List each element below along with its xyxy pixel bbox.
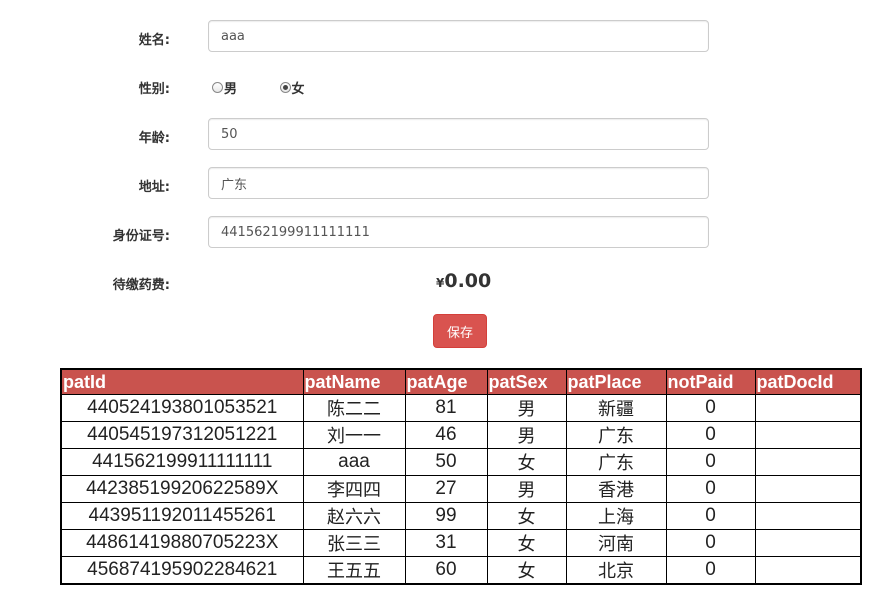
idcard-input[interactable] — [208, 216, 709, 248]
save-button[interactable]: 保存 — [433, 314, 487, 348]
cell-patdocid — [754, 529, 862, 557]
cell-patage: 81 — [404, 394, 488, 422]
cell-patplace: 上海 — [565, 502, 667, 530]
cell-patsex: 男 — [486, 394, 567, 422]
table-row: 44861419880705223X 张三三 31 女 河南 0 — [60, 529, 862, 557]
cell-patname: aaa — [302, 448, 406, 476]
column-header-patplace: patPlace — [565, 368, 667, 395]
cell-patsex: 女 — [486, 502, 567, 530]
cell-patdocid — [754, 475, 862, 503]
table-row: 456874195902284621 王五五 60 女 北京 0 — [60, 556, 862, 585]
column-header-patid: patId — [60, 368, 304, 395]
table-row: 443951192011455261 赵六六 99 女 上海 0 — [60, 502, 862, 530]
cell-patage: 46 — [404, 421, 488, 449]
column-header-patname: patName — [302, 368, 406, 395]
radio-male[interactable] — [212, 82, 223, 93]
sex-option-male-label: 男 — [224, 82, 238, 97]
sex-row: 性别: 男 女 — [0, 76, 870, 97]
address-input[interactable] — [208, 167, 709, 199]
cell-patsex: 女 — [486, 448, 567, 476]
patient-table: patId patName patAge patSex patPlace not… — [60, 368, 862, 585]
name-row: 姓名: — [0, 20, 870, 54]
cell-patname: 刘一一 — [302, 421, 406, 449]
cell-patname: 赵六六 — [302, 502, 406, 530]
age-row: 年龄: — [0, 118, 870, 152]
cell-notpaid: 0 — [665, 529, 756, 557]
cell-patdocid — [754, 421, 862, 449]
address-row: 地址: — [0, 167, 870, 201]
cell-notpaid: 0 — [665, 394, 756, 422]
age-input[interactable] — [208, 118, 709, 150]
sex-option-female-label: 女 — [291, 82, 305, 97]
radio-female[interactable] — [279, 82, 291, 93]
cell-patplace: 香港 — [565, 475, 667, 503]
cell-patdocid — [754, 556, 862, 585]
sex-option-female[interactable]: 女 — [279, 78, 305, 97]
cell-patid: 456874195902284621 — [60, 556, 304, 585]
cell-notpaid: 0 — [665, 556, 756, 585]
cell-patplace: 新疆 — [565, 394, 667, 422]
cell-patplace: 北京 — [565, 556, 667, 585]
table-row: 440524193801053521 陈二二 81 男 新疆 0 — [60, 394, 862, 422]
fee-amount: 0.00 — [444, 270, 492, 292]
cell-patsex: 女 — [486, 529, 567, 557]
cell-patage: 50 — [404, 448, 488, 476]
table-row: 440545197312051221 刘一一 46 男 广东 0 — [60, 421, 862, 449]
cell-patname: 张三三 — [302, 529, 406, 557]
cell-notpaid: 0 — [665, 421, 756, 449]
cell-patid: 44238519920622589X — [60, 475, 304, 503]
cell-patdocid — [754, 502, 862, 530]
cell-patid: 441562199911111111 — [60, 448, 304, 476]
column-header-patdocid: patDocId — [754, 368, 862, 395]
cell-patdocid — [754, 448, 862, 476]
cell-patplace: 广东 — [565, 448, 667, 476]
cell-patplace: 广东 — [565, 421, 667, 449]
name-input[interactable] — [208, 20, 709, 52]
cell-patage: 99 — [404, 502, 488, 530]
idcard-label: 身份证号: — [112, 229, 170, 244]
name-label: 姓名: — [138, 33, 170, 48]
idcard-row: 身份证号: — [0, 216, 870, 250]
address-label: 地址: — [138, 180, 170, 195]
cell-patplace: 河南 — [565, 529, 667, 557]
cell-notpaid: 0 — [665, 448, 756, 476]
fee-row: 待缴药费: ¥0.00 — [0, 270, 870, 296]
fee-value: ¥0.00 — [436, 270, 491, 292]
table-row: 441562199911111111 aaa 50 女 广东 0 — [60, 448, 862, 476]
cell-patid: 440524193801053521 — [60, 394, 304, 422]
sex-option-male[interactable]: 男 — [212, 78, 237, 97]
cell-patid: 44861419880705223X — [60, 529, 304, 557]
column-header-patsex: patSex — [486, 368, 567, 395]
cell-patsex: 男 — [486, 421, 567, 449]
cell-patage: 60 — [404, 556, 488, 585]
cell-patage: 31 — [404, 529, 488, 557]
sex-label: 性别: — [138, 82, 170, 97]
cell-patdocid — [754, 394, 862, 422]
cell-patid: 440545197312051221 — [60, 421, 304, 449]
cell-patname: 李四四 — [302, 475, 406, 503]
cell-notpaid: 0 — [665, 475, 756, 503]
sex-radio-group: 男 女 — [212, 78, 343, 97]
age-label: 年龄: — [138, 131, 170, 146]
cell-patage: 27 — [404, 475, 488, 503]
cell-patname: 陈二二 — [302, 394, 406, 422]
cell-patsex: 男 — [486, 475, 567, 503]
table-header-row: patId patName patAge patSex patPlace not… — [60, 368, 862, 395]
cell-patid: 443951192011455261 — [60, 502, 304, 530]
cell-patsex: 女 — [486, 556, 567, 585]
column-header-notpaid: notPaid — [665, 368, 756, 395]
fee-label: 待缴药费: — [112, 278, 170, 293]
column-header-patage: patAge — [404, 368, 488, 395]
table-row: 44238519920622589X 李四四 27 男 香港 0 — [60, 475, 862, 503]
cell-patname: 王五五 — [302, 556, 406, 585]
cell-notpaid: 0 — [665, 502, 756, 530]
